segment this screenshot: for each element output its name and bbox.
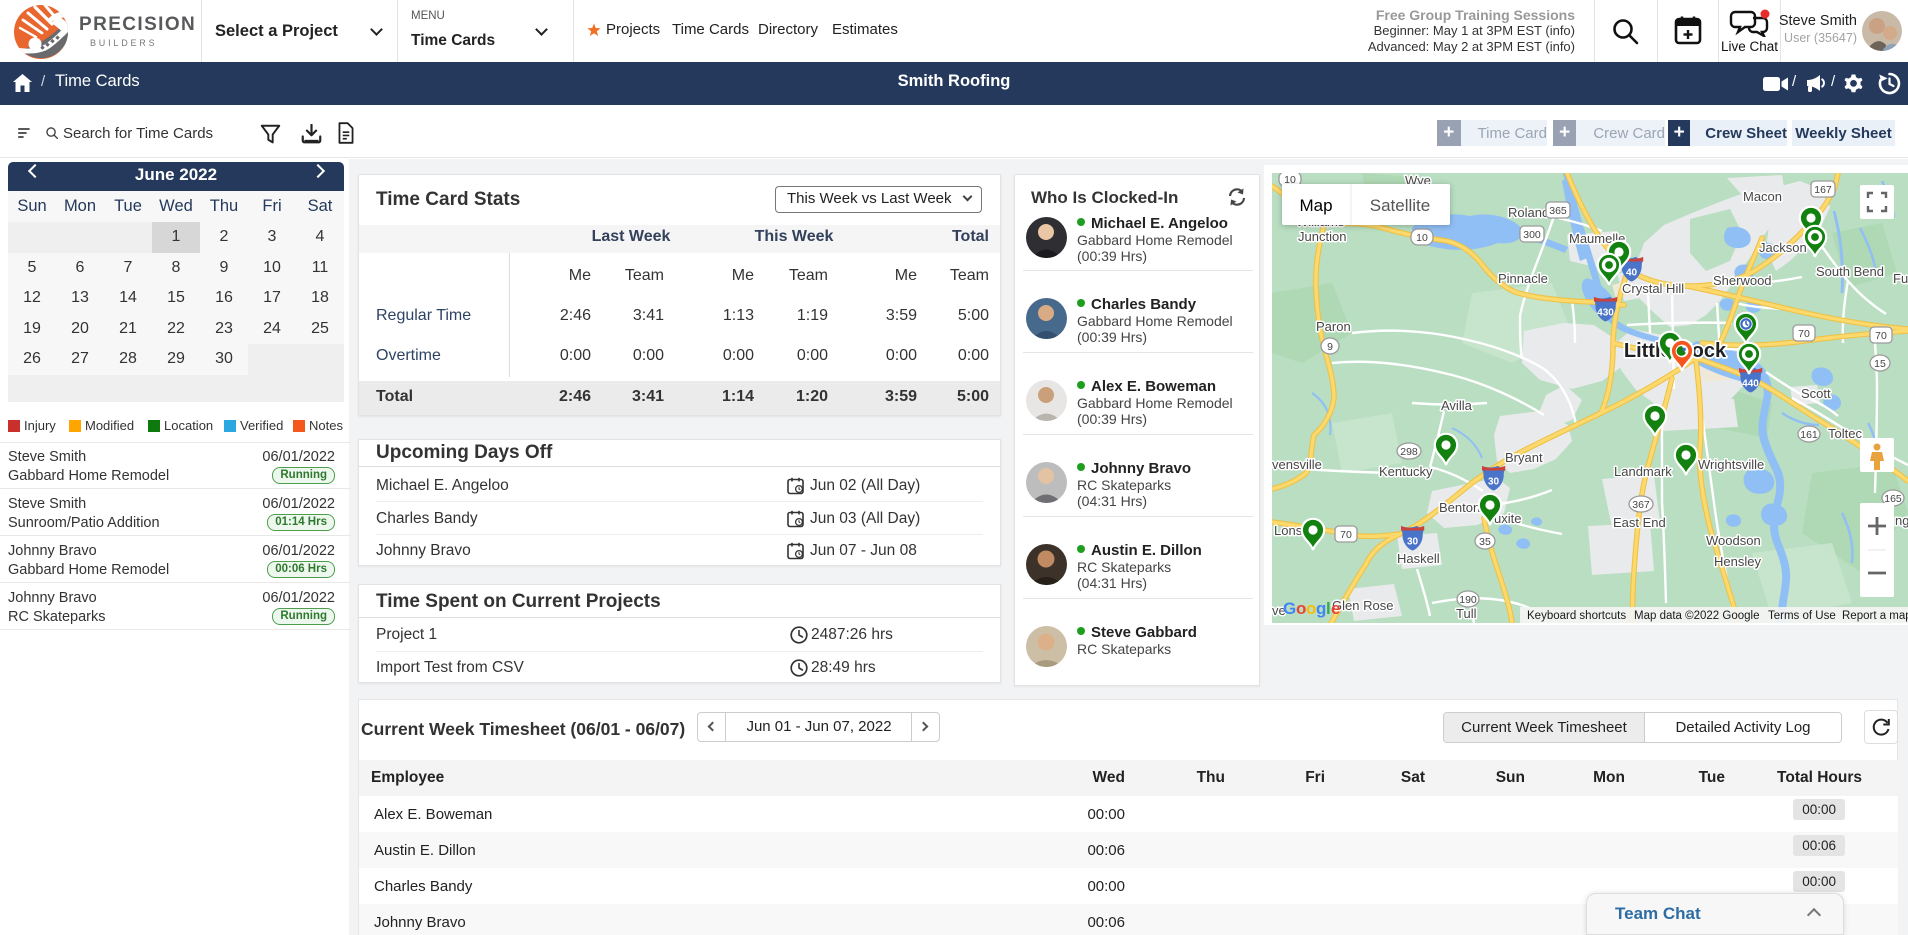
svg-text:Glen Rose: Glen Rose — [1332, 598, 1393, 613]
svg-text:Keyboard shortcuts: Keyboard shortcuts — [1527, 610, 1626, 622]
svg-text:Pinnacle: Pinnacle — [1498, 271, 1548, 286]
svg-text:Bryant: Bryant — [1505, 450, 1543, 465]
svg-text:30: 30 — [1488, 477, 1500, 488]
svg-text:70: 70 — [1798, 328, 1810, 340]
svg-text:g: g — [1316, 599, 1326, 618]
svg-text:70: 70 — [1875, 330, 1887, 342]
svg-text:South Bend: South Bend — [1816, 264, 1884, 279]
svg-text:9: 9 — [1327, 341, 1333, 353]
svg-text:Kentucky: Kentucky — [1379, 464, 1433, 479]
svg-text:Satellite: Satellite — [1370, 196, 1430, 215]
svg-text:e: e — [1331, 599, 1340, 618]
svg-text:161: 161 — [1800, 429, 1818, 441]
svg-text:Furl: Furl — [1893, 271, 1908, 286]
svg-text:Avilla: Avilla — [1441, 398, 1473, 413]
svg-text:10: 10 — [1416, 232, 1428, 244]
svg-text:East End: East End — [1613, 515, 1666, 530]
svg-text:Terms of Use: Terms of Use — [1768, 610, 1836, 622]
svg-text:298: 298 — [1400, 446, 1418, 458]
svg-text:o: o — [1296, 599, 1306, 618]
svg-text:15: 15 — [1874, 358, 1886, 370]
svg-text:ng: ng — [1895, 513, 1908, 528]
svg-text:440: 440 — [1742, 379, 1759, 390]
svg-text:Sherwood: Sherwood — [1713, 273, 1772, 288]
svg-text:Hensley: Hensley — [1714, 554, 1761, 569]
svg-text:70: 70 — [1340, 529, 1352, 541]
svg-text:Lons: Lons — [1274, 523, 1303, 538]
svg-text:Report a map error: Report a map error — [1842, 610, 1908, 622]
svg-text:G: G — [1283, 599, 1296, 618]
svg-text:Landmark: Landmark — [1614, 464, 1672, 479]
svg-text:Scott: Scott — [1801, 386, 1831, 401]
svg-text:Jackson: Jackson — [1759, 240, 1807, 255]
svg-text:vensville: vensville — [1272, 457, 1322, 472]
svg-text:Tull: Tull — [1456, 606, 1477, 621]
svg-text:365: 365 — [1549, 205, 1567, 217]
svg-text:Map data ©2022 Google: Map data ©2022 Google — [1634, 610, 1759, 622]
svg-text:Roland: Roland — [1508, 205, 1549, 220]
svg-text:430: 430 — [1597, 308, 1614, 319]
svg-text:Wrightsville: Wrightsville — [1698, 457, 1764, 472]
svg-text:Paron: Paron — [1316, 319, 1351, 334]
svg-text:Toltec: Toltec — [1828, 426, 1862, 441]
svg-text:367: 367 — [1632, 499, 1650, 511]
svg-text:o: o — [1306, 599, 1316, 618]
svg-text:Benton: Benton — [1439, 500, 1480, 515]
svg-text:300: 300 — [1523, 229, 1541, 241]
svg-text:Woodson: Woodson — [1706, 533, 1761, 548]
svg-text:Crystal Hill: Crystal Hill — [1622, 281, 1684, 296]
svg-text:Haskell: Haskell — [1397, 551, 1440, 566]
svg-text:40: 40 — [1626, 268, 1638, 279]
svg-text:Junction: Junction — [1298, 229, 1346, 244]
svg-text:35: 35 — [1479, 536, 1491, 548]
svg-text:167: 167 — [1814, 184, 1832, 196]
svg-text:190: 190 — [1459, 594, 1477, 606]
svg-text:Map: Map — [1299, 196, 1332, 215]
svg-text:30: 30 — [1407, 537, 1419, 548]
svg-text:Macon: Macon — [1743, 189, 1782, 204]
